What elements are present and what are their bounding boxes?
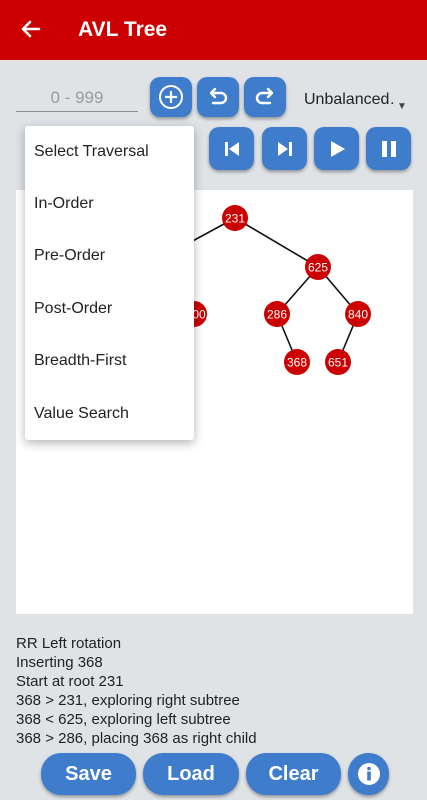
menu-item-pre-order[interactable]: Pre-Order (25, 230, 194, 282)
redo-button[interactable] (244, 77, 286, 117)
tree-node-label: 840 (348, 308, 368, 322)
save-button[interactable]: Save (41, 753, 136, 795)
tree-node-label: 286 (267, 308, 287, 322)
menu-item-post-order[interactable]: Post-Order (25, 283, 194, 335)
log-line: Inserting 368 (16, 654, 103, 671)
tree-node-label: 625 (308, 261, 328, 275)
back-button[interactable] (17, 14, 45, 44)
page-title: AVL Tree (78, 18, 168, 41)
redo-icon (255, 87, 274, 105)
menu-item-in-order[interactable]: In-Order (25, 178, 194, 230)
pause-icon (381, 140, 396, 157)
caret-down-icon: ▼ (397, 101, 407, 112)
log-line: Start at root 231 (16, 673, 124, 690)
tree-node[interactable]: 625 (305, 254, 331, 280)
tree-edge (234, 217, 319, 268)
log-line: 368 < 625, exploring left subtree (16, 711, 231, 728)
skip-previous-icon (224, 141, 239, 156)
play-button[interactable] (314, 127, 359, 170)
skip-next-icon (277, 141, 292, 156)
log-line: 368 > 231, exploring right subtree (16, 692, 240, 709)
undo-icon (209, 87, 228, 105)
pause-button[interactable] (366, 127, 411, 170)
log-line: RR Left rotation (16, 635, 122, 652)
menu-item-value-search[interactable]: Value Search (25, 388, 194, 440)
info-button[interactable] (348, 753, 389, 795)
menu-item-breadth-first[interactable]: Breadth-First (25, 335, 194, 387)
tree-type-value: Unbalanced… (304, 91, 396, 108)
tree-type-select[interactable]: Unbalanced… ▼ (304, 86, 412, 114)
tree-node-label: 00 (192, 308, 206, 322)
tree-node[interactable]: 231 (222, 205, 248, 231)
insert-button[interactable] (150, 77, 192, 117)
tree-node[interactable]: 368 (284, 349, 310, 375)
add-circle-icon (159, 85, 183, 109)
tree-node-label: 651 (328, 356, 348, 370)
tree-node[interactable]: 651 (325, 349, 351, 375)
app-bar: AVL Tree (0, 0, 427, 60)
tree-node[interactable]: 286 (264, 301, 290, 327)
undo-button[interactable] (197, 77, 239, 117)
log-line: 368 > 286, placing 368 as right child (16, 730, 257, 747)
info-icon (357, 763, 380, 785)
clear-button[interactable]: Clear (246, 753, 341, 795)
play-icon (330, 140, 345, 157)
tree-node-label: 231 (225, 212, 245, 226)
load-button[interactable]: Load (143, 753, 239, 795)
step-forward-button[interactable] (262, 127, 307, 170)
menu-item-select-traversal[interactable]: Select Traversal (25, 126, 194, 178)
tree-edges (175, 217, 359, 363)
step-back-button[interactable] (209, 127, 254, 170)
tree-node[interactable]: 840 (345, 301, 371, 327)
value-input[interactable] (16, 84, 138, 112)
operation-log[interactable]: RR Left rotation Inserting 368 Start at … (16, 614, 413, 748)
tree-node-label: 368 (287, 356, 307, 370)
traversal-menu: Select Traversal In-Order Pre-Order Post… (25, 126, 194, 440)
arrow-left-icon (21, 20, 41, 38)
